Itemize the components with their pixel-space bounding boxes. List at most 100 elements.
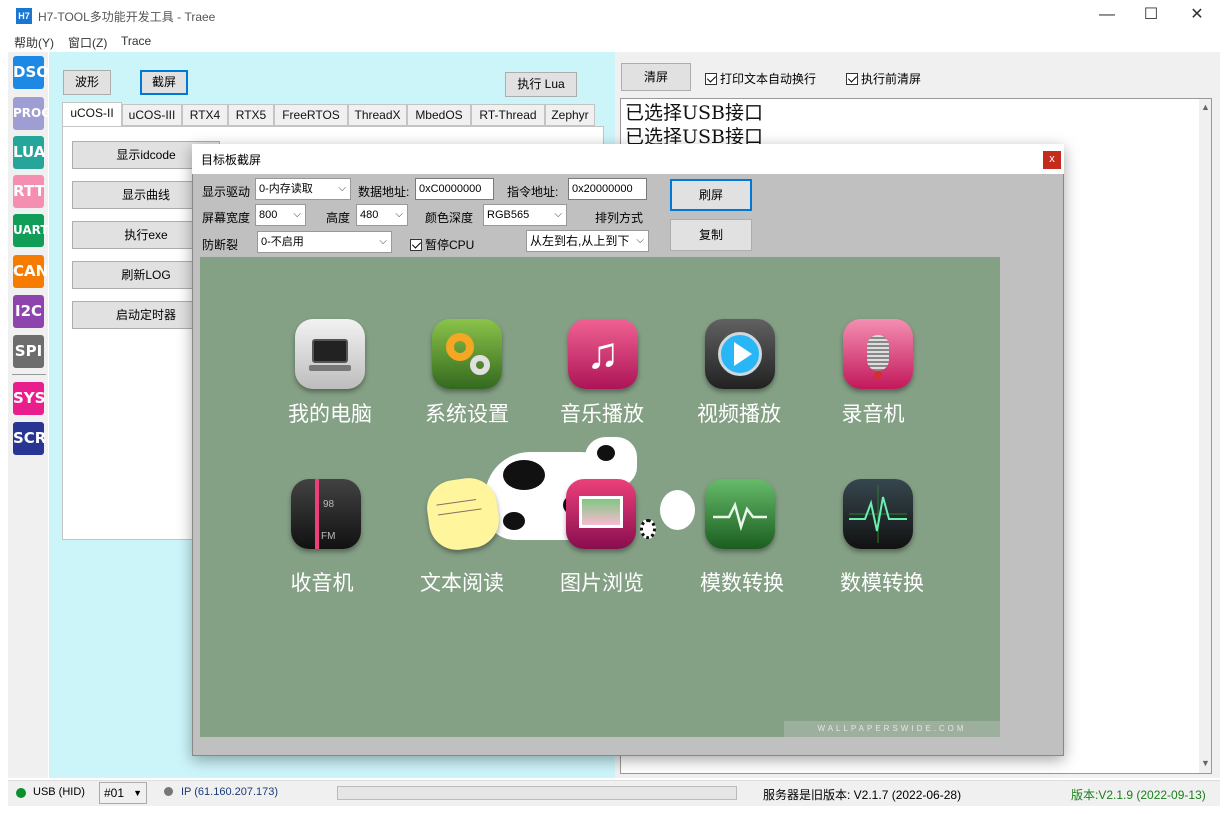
menu-window[interactable]: 窗口(Z) [68, 34, 107, 51]
order-select[interactable]: 从左到右,从上到下 ⌵ [526, 230, 649, 252]
dialog-title-bar [192, 144, 1064, 174]
progress-bar [337, 786, 737, 800]
app-label: 我的电脑 [288, 402, 372, 426]
tab-rtx4[interactable]: RTX4 [182, 104, 228, 126]
sidebar-i2c-button[interactable]: I2C [13, 295, 44, 328]
tab-mbedos[interactable]: MbedOS [407, 104, 471, 126]
cmd-address-label: 指令地址: [507, 185, 559, 199]
cmd-address-input[interactable]: 0x20000000 [568, 178, 647, 200]
chevron-down-icon: ⌵ [554, 209, 562, 220]
waveform-icon[interactable] [705, 479, 775, 549]
app-label: 音乐播放 [560, 402, 644, 426]
order-value: 从左到右,从上到下 [530, 234, 630, 248]
chicken-illustration [660, 490, 695, 530]
tab-rtx5[interactable]: RTX5 [228, 104, 274, 126]
usb-status-icon [16, 788, 26, 798]
sidebar-dso-button[interactable]: DSO [13, 56, 49, 89]
scroll-up-icon[interactable]: ▲ [1201, 102, 1210, 112]
screenshot-button[interactable]: 截屏 [140, 70, 188, 95]
device-select[interactable]: #01 ▼ [99, 782, 147, 804]
data-address-input[interactable]: 0xC0000000 [415, 178, 494, 200]
radio-icon[interactable]: 98 FM [291, 479, 361, 549]
checkmark-icon [846, 73, 858, 85]
order-label: 排列方式 [595, 211, 644, 225]
app-label: 模数转换 [700, 571, 784, 595]
app-label: 收音机 [290, 571, 354, 595]
color-depth-label: 颜色深度 [425, 211, 474, 225]
width-value: 800 [259, 209, 278, 221]
close-button[interactable]: ✕ [1174, 0, 1220, 30]
pause-cpu-label: 暂停CPU [425, 238, 475, 252]
chevron-down-icon: ⌵ [338, 183, 346, 194]
minimize-button[interactable]: — [1084, 0, 1130, 30]
height-value: 480 [360, 209, 379, 221]
output-scrollbar[interactable] [1199, 99, 1211, 773]
microphone-icon[interactable] [843, 319, 913, 389]
anti-tear-select[interactable]: 0-不启用 ⌵ [257, 231, 392, 253]
target-screen-image: ♫ 我的电脑 系统设置 音乐播放 视频播放 录音机 98 FM 收音机 文本阅读… [200, 257, 1000, 737]
clear-before-run-checkbox[interactable]: 执行前清屏 [846, 70, 921, 87]
watermark: WALLPAPERSWIDE.COM [784, 721, 1000, 737]
device-value: #01 [104, 786, 125, 800]
music-note-icon[interactable]: ♫ [568, 319, 638, 389]
auto-wrap-checkbox[interactable]: 打印文本自动换行 [705, 70, 816, 87]
app-label: 系统设置 [425, 402, 509, 426]
app-label: 文本阅读 [420, 571, 504, 595]
app-logo-icon: H7 [16, 8, 32, 24]
dialog-close-button[interactable]: x [1043, 151, 1061, 169]
tab-threadx[interactable]: ThreadX [348, 104, 407, 126]
window-title: H7-TOOL多功能开发工具 - Traee [38, 10, 216, 24]
ip-status-icon [164, 787, 173, 796]
auto-wrap-label: 打印文本自动换行 [720, 72, 817, 86]
checkmark-icon [410, 239, 422, 251]
sidebar-can-button[interactable]: CAN [13, 255, 48, 288]
app-label: 数模转换 [840, 571, 924, 595]
app-label: 录音机 [841, 402, 905, 426]
maximize-button[interactable]: ☐ [1128, 0, 1174, 30]
menu-help[interactable]: 帮助(Y) [14, 34, 54, 51]
app-label: 视频播放 [697, 402, 781, 426]
wave-button[interactable]: 波形 [63, 70, 111, 95]
pause-cpu-checkbox[interactable]: 暂停CPU [410, 236, 474, 253]
computer-icon[interactable] [295, 319, 365, 389]
sidebar-scr-button[interactable]: SCR [13, 422, 46, 455]
sidebar-uart-button[interactable]: UART [13, 214, 49, 247]
color-depth-select[interactable]: RGB565 ⌵ [483, 204, 567, 226]
menu-bar [0, 30, 1228, 52]
tab-zephyr[interactable]: Zephyr [545, 104, 595, 126]
sidebar-rtt-button[interactable]: RTT [13, 175, 45, 208]
app-version: 版本:V2.1.9 (2022-09-13) [1071, 788, 1206, 802]
sidebar-prog-button[interactable]: PROG [13, 97, 51, 130]
menu-trace[interactable]: Trace [121, 34, 151, 48]
server-version: 服务器是旧版本: V2.1.7 (2022-06-28) [763, 788, 962, 802]
refresh-screen-button[interactable]: 刷屏 [670, 179, 752, 211]
tab-ucos-ii[interactable]: uCOS-II [62, 102, 122, 127]
driver-select[interactable]: 0-内存读取 ⌵ [255, 178, 351, 200]
tab-freertos[interactable]: FreeRTOS [274, 104, 348, 126]
picture-icon[interactable] [566, 479, 636, 549]
width-select[interactable]: 800 ⌵ [255, 204, 306, 226]
chevron-down-icon: ⌵ [379, 236, 387, 247]
copy-button[interactable]: 复制 [670, 219, 752, 251]
color-depth-value: RGB565 [487, 209, 530, 221]
sidebar-sys-button[interactable]: SYS [13, 382, 45, 415]
oscilloscope-icon[interactable] [843, 479, 913, 549]
clear-screen-button[interactable]: 清屏 [621, 63, 691, 91]
run-lua-button[interactable]: 执行 Lua [505, 72, 577, 97]
sidebar-spi-button[interactable]: SPI [13, 335, 44, 368]
ip-status: IP (61.160.207.173) [181, 786, 279, 798]
driver-value: 0-内存读取 [259, 183, 313, 195]
clear-before-run-label: 执行前清屏 [861, 72, 922, 86]
sidebar-lua-button[interactable]: LUA [13, 136, 45, 169]
egg-illustration [640, 519, 656, 539]
settings-gear-icon[interactable] [432, 319, 502, 389]
height-select[interactable]: 480 ⌵ [356, 204, 408, 226]
scroll-down-icon[interactable]: ▼ [1201, 758, 1210, 768]
tab-ucos-iii[interactable]: uCOS-III [122, 104, 182, 126]
usb-status: USB (HID) [33, 786, 85, 798]
chevron-down-icon: ⌵ [395, 209, 403, 220]
tab-rt-thread[interactable]: RT-Thread [471, 104, 545, 126]
output-line: 已选择USB接口 [625, 102, 763, 124]
radio-frequency: 98 [323, 499, 335, 510]
video-play-icon[interactable] [705, 319, 775, 389]
